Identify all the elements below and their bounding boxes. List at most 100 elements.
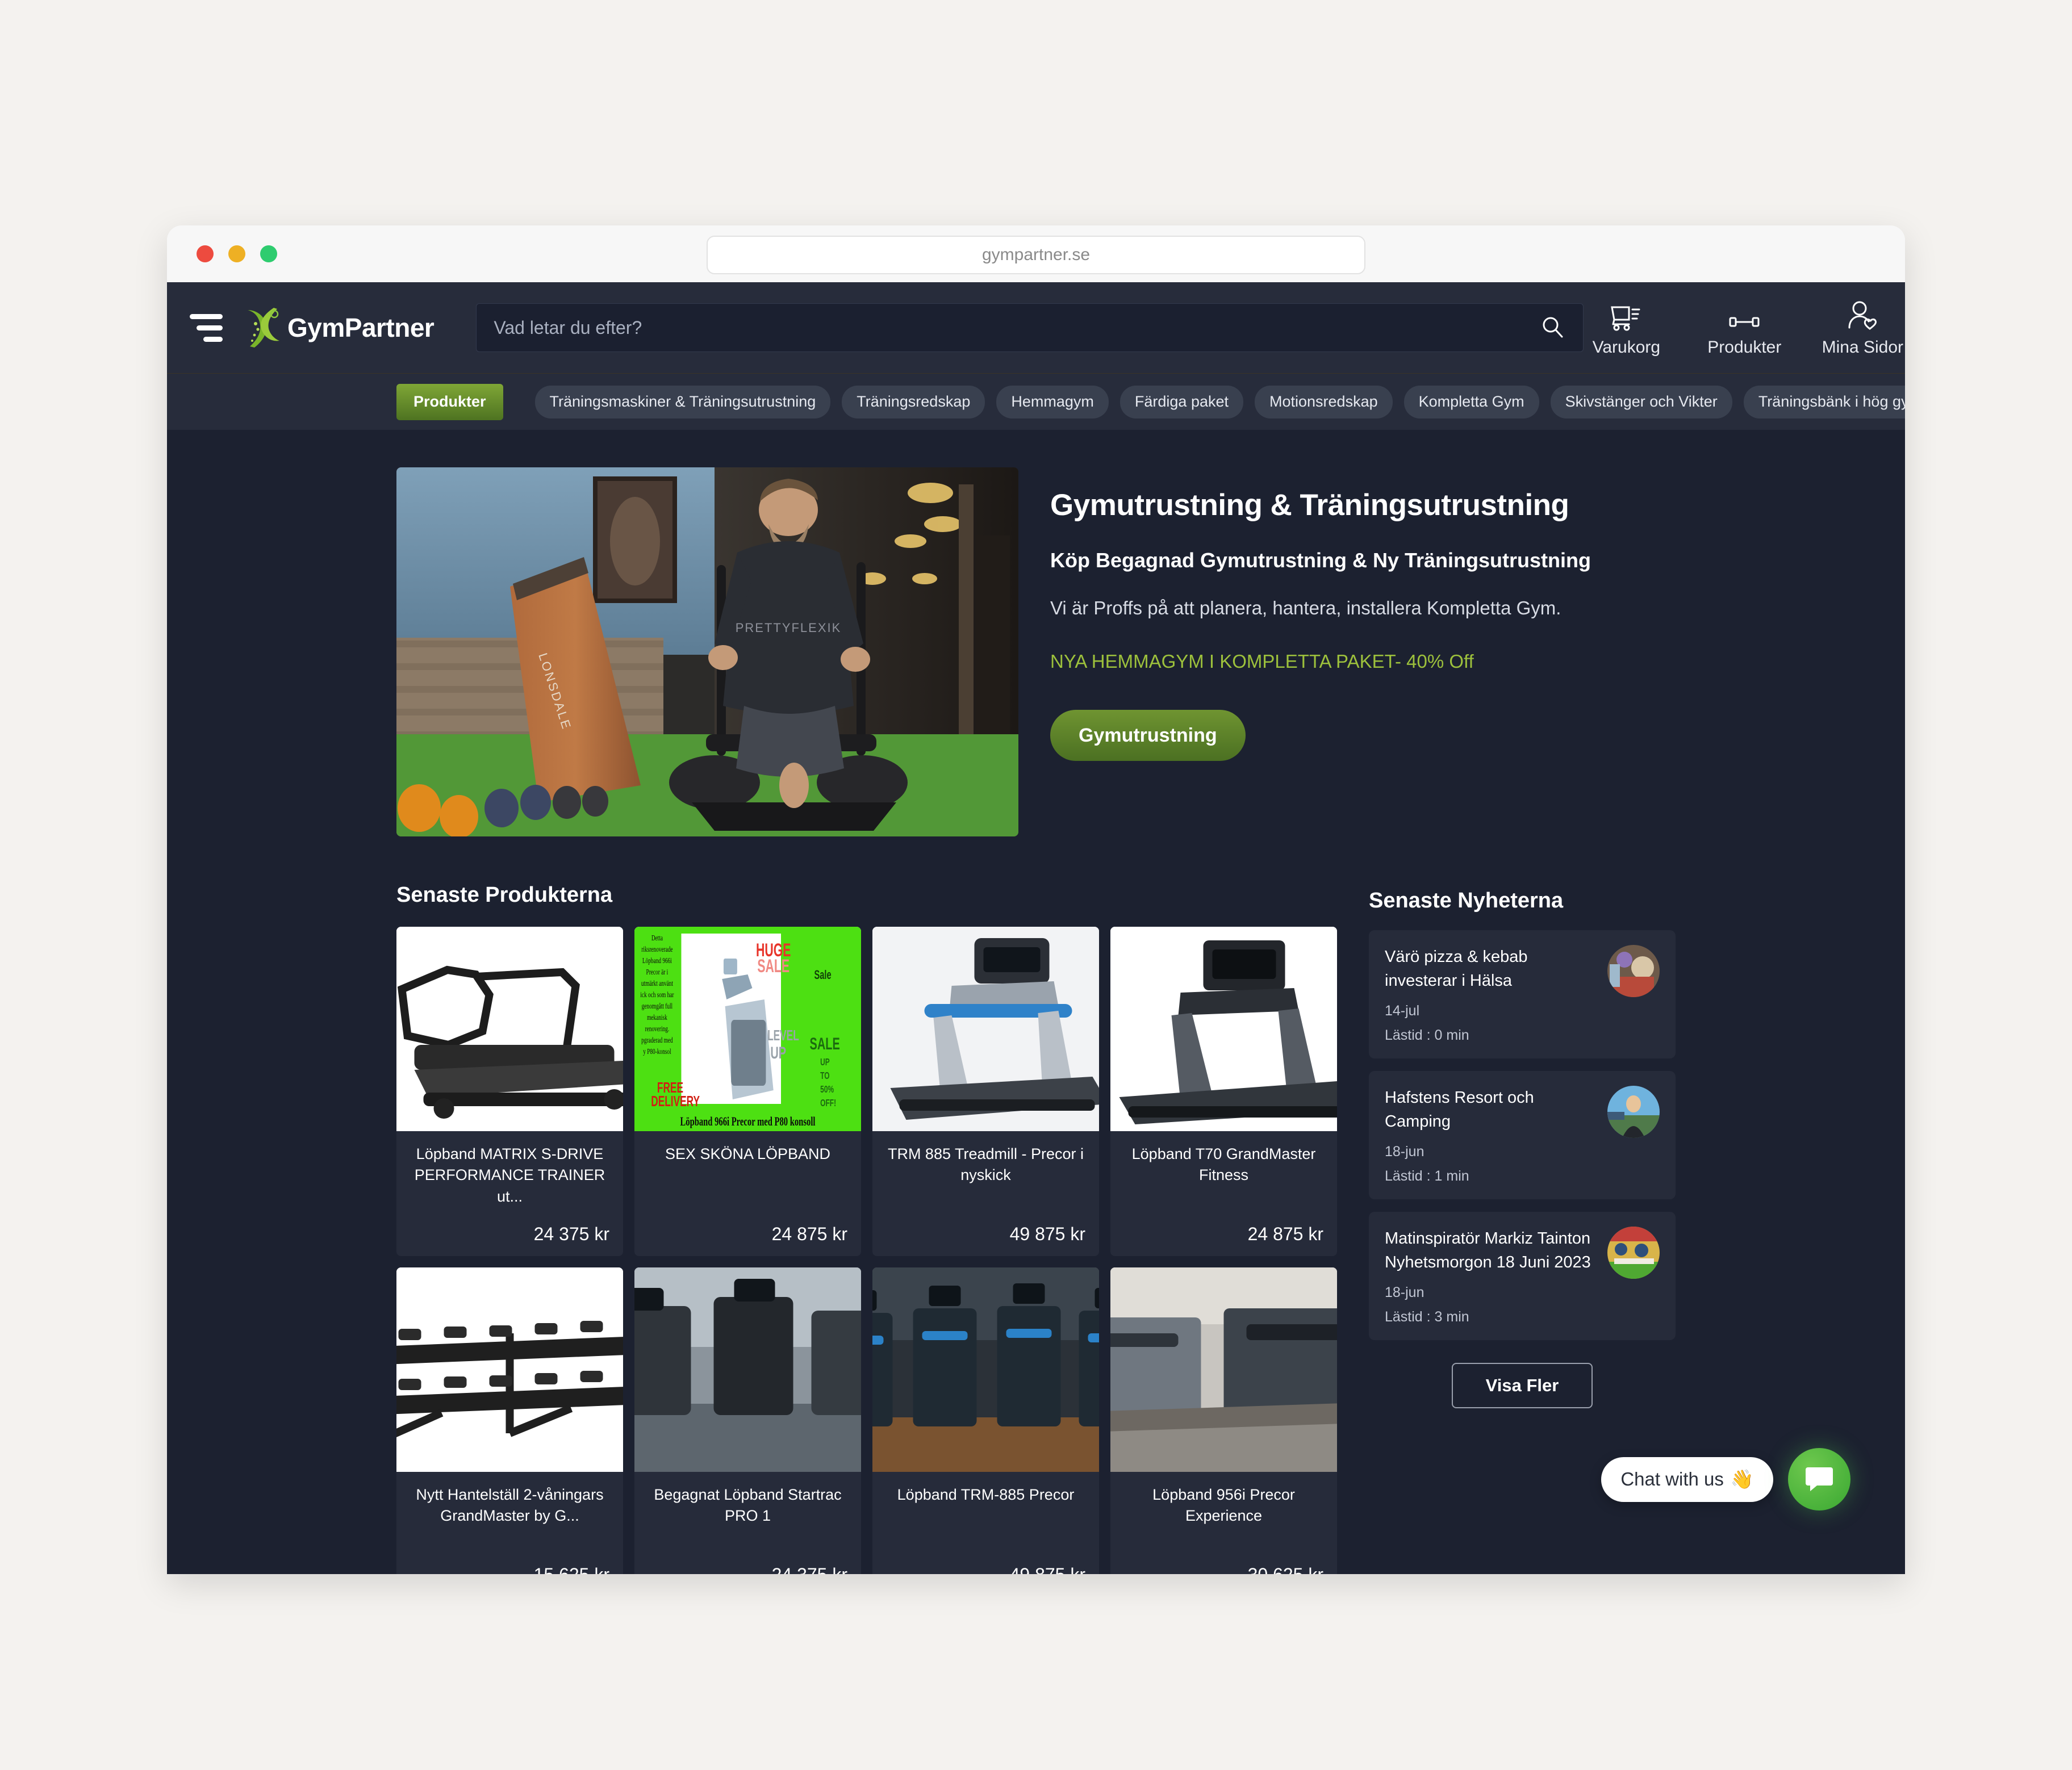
svg-text:TO: TO	[820, 1070, 829, 1082]
hero-description: Vi är Proffs på att planera, hantera, in…	[1050, 597, 1561, 618]
header-action-my-pages[interactable]: Mina Sidor	[1820, 298, 1905, 357]
header-action-cart[interactable]: Varukorg	[1584, 298, 1669, 357]
product-price: 24 375 kr	[648, 1564, 847, 1574]
site-logo-text: GymPartner	[287, 313, 435, 342]
product-thumbnail-green-sale-banner: Detta riksrenoverade Löpband 966i Precor ä…	[634, 927, 861, 1131]
category-pill-2[interactable]: Hemmagym	[996, 385, 1109, 419]
product-card[interactable]: Löpband MATRIX S-DRIVE PERFORMANCE TRAIN…	[396, 927, 623, 1256]
product-card-body: Nytt Hantelställ 2-våningars GrandMaster…	[396, 1472, 623, 1574]
product-thumbnail-dumbbell-rack	[396, 1267, 623, 1472]
product-card-body: Löpband TRM-885 Precor 49 875 kr	[872, 1472, 1099, 1574]
news-date: 18-jun	[1385, 1144, 1424, 1160]
product-card[interactable]: Detta riksrenoverade Löpband 966i Precor ä…	[634, 927, 861, 1256]
search-icon[interactable]	[1540, 315, 1566, 341]
products-column: Senaste Produkterna Löpband MATRIX S-DRI…	[396, 883, 1337, 1574]
svg-text:genomgått full: genomgått full	[642, 1001, 673, 1010]
product-name: Löpband T70 GrandMaster Fitness	[1131, 1145, 1316, 1184]
product-name: SEX SKÖNA LÖPBAND	[665, 1145, 831, 1162]
product-grid: Löpband MATRIX S-DRIVE PERFORMANCE TRAIN…	[396, 927, 1337, 1574]
news-card[interactable]: Hafstens Resort och Camping 18-jun Lästi…	[1369, 1071, 1676, 1200]
site-viewport: GymPartner Vad letar du efter? Varukorg …	[167, 282, 1905, 1574]
screenshot-stage: gympartner.se GymPartner Vad letar du ef…	[0, 0, 2072, 1770]
category-pill-0[interactable]: Träningsmaskiner & Träningsutrustning	[534, 385, 831, 419]
svg-text:DELIVERY: DELIVERY	[651, 1093, 700, 1109]
chat-bubble-prompt[interactable]: Chat with us 👋	[1601, 1457, 1773, 1502]
news-section-title: Senaste Nyheterna	[1369, 889, 1564, 913]
product-thumbnail-trm885	[872, 927, 1099, 1131]
news-readtime: Lästid : 1 min	[1385, 1168, 1469, 1185]
svg-text:Detta: Detta	[651, 933, 663, 942]
category-pill-5[interactable]: Kompletta Gym	[1403, 385, 1539, 419]
hero-cta-button[interactable]: Gymutrustning	[1050, 710, 1246, 761]
svg-text:SALE: SALE	[757, 956, 789, 977]
news-date: 18-jun	[1385, 1284, 1424, 1301]
browser-window: gympartner.se GymPartner Vad letar du ef…	[167, 225, 1905, 1574]
news-card[interactable]: Värö pizza & kebab investerar i Hälsa 14…	[1369, 930, 1676, 1059]
category-pill-4[interactable]: Motionsredskap	[1255, 385, 1393, 419]
news-title: Hafstens Resort och Camping	[1385, 1089, 1534, 1131]
category-pill-3[interactable]: Färdiga paket	[1119, 385, 1243, 419]
chat-open-button[interactable]	[1788, 1448, 1850, 1510]
svg-text:ick och som har: ick och som har	[640, 990, 674, 999]
category-pill-6[interactable]: Skivstänger och Vikter	[1550, 385, 1732, 419]
news-avatar	[1607, 1086, 1660, 1139]
browser-titlebar: gympartner.se	[167, 225, 1905, 282]
product-card[interactable]: Löpband 956i Precor Experience 30 625 kr	[1110, 1267, 1337, 1574]
category-pill-produkter[interactable]: Produkter	[396, 383, 503, 420]
news-readtime: Lästid : 3 min	[1385, 1309, 1469, 1325]
category-pill-7[interactable]: Träningsbänk i hög gymkvalitet	[1743, 385, 1905, 419]
hero-banner: LONSDALE PRETTYFLEXIK Gymutrustning & Tr…	[167, 467, 1905, 836]
product-thumbnail-t70-grandmaster	[1110, 927, 1337, 1131]
svg-text:riksrenoverade: riksrenoverade	[641, 944, 672, 953]
products-section-title: Senaste Produkterna	[396, 883, 613, 907]
menu-hamburger-icon[interactable]	[190, 313, 223, 342]
product-card[interactable]: Begagnat Löpband Startrac PRO 1 24 375 k…	[634, 1267, 861, 1574]
product-name: Löpband TRM-885 Precor	[897, 1486, 1075, 1503]
site-logo[interactable]: GymPartner	[242, 307, 435, 349]
header-actions: Varukorg Produkter Mina Sidor	[1584, 298, 1905, 357]
svg-text:Precor är i: Precor är i	[646, 967, 669, 976]
minimize-window-button[interactable]	[228, 245, 245, 262]
product-card-body: Löpband MATRIX S-DRIVE PERFORMANCE TRAIN…	[396, 1131, 623, 1256]
product-name: Begagnat Löpband Startrac PRO 1	[654, 1486, 842, 1525]
category-pill-1[interactable]: Träningsredskap	[842, 385, 985, 419]
news-card[interactable]: Matinspiratör Markiz Tainton Nyhetsmorgo…	[1369, 1212, 1676, 1341]
product-card[interactable]: Löpband T70 GrandMaster Fitness 24 875 k…	[1110, 927, 1337, 1256]
header-action-cart-label: Varukorg	[1592, 338, 1661, 357]
close-window-button[interactable]	[197, 245, 214, 262]
product-card-body: Begagnat Löpband Startrac PRO 1 24 375 k…	[634, 1472, 861, 1574]
search-bar[interactable]	[476, 303, 1584, 352]
svg-text:PRETTYFLEXIK: PRETTYFLEXIK	[736, 621, 842, 635]
product-card[interactable]: Nytt Hantelställ 2-våningars GrandMaster…	[396, 1267, 623, 1574]
shopping-cart-icon	[1609, 298, 1644, 333]
maximize-window-button[interactable]	[260, 245, 277, 262]
product-card-body: Löpband T70 GrandMaster Fitness 24 875 k…	[1110, 1131, 1337, 1256]
svg-text:50%: 50%	[820, 1084, 834, 1095]
chat-bubble-icon	[1804, 1465, 1834, 1494]
product-thumbnail-treadmill-matrix	[396, 927, 623, 1131]
svg-text:UP: UP	[770, 1044, 786, 1062]
news-title: Matinspiratör Markiz Tainton Nyhetsmorgo…	[1385, 1229, 1591, 1272]
product-name: Löpband 956i Precor Experience	[1152, 1486, 1295, 1525]
product-thumbnail-startrac-pro1	[634, 1267, 861, 1472]
svg-text:Löpband 966i: Löpband 966i	[642, 956, 672, 965]
product-thumbnail-treadmill-row	[872, 1267, 1099, 1472]
product-price: 30 625 kr	[1124, 1564, 1323, 1574]
hero-text: Gymutrustning & Träningsutrustning Köp B…	[1018, 467, 1676, 836]
product-thumbnail-warehouse-956i	[1110, 1267, 1337, 1472]
news-card-text: Matinspiratör Markiz Tainton Nyhetsmorgo…	[1385, 1227, 1597, 1325]
gympartner-logo-icon	[242, 307, 284, 349]
product-card-body: TRM 885 Treadmill - Precor i nyskick 49 …	[872, 1131, 1099, 1256]
product-name: Nytt Hantelställ 2-våningars GrandMaster…	[416, 1486, 604, 1525]
search-input[interactable]	[494, 317, 1540, 338]
show-more-news-button[interactable]: Visa Fler	[1451, 1363, 1593, 1409]
hero-title: Gymutrustning & Träningsutrustning	[1050, 488, 1569, 522]
header-action-products[interactable]: Produkter	[1702, 298, 1787, 357]
news-card-text: Värö pizza & kebab investerar i Hälsa 14…	[1385, 945, 1597, 1044]
user-heart-icon	[1845, 298, 1880, 333]
address-bar[interactable]: gympartner.se	[707, 236, 1365, 274]
window-traffic-lights	[197, 245, 277, 262]
product-card[interactable]: Löpband TRM-885 Precor 49 875 kr	[872, 1267, 1099, 1574]
product-price: 24 875 kr	[771, 1224, 847, 1244]
product-card[interactable]: TRM 885 Treadmill - Precor i nyskick 49 …	[872, 927, 1099, 1256]
